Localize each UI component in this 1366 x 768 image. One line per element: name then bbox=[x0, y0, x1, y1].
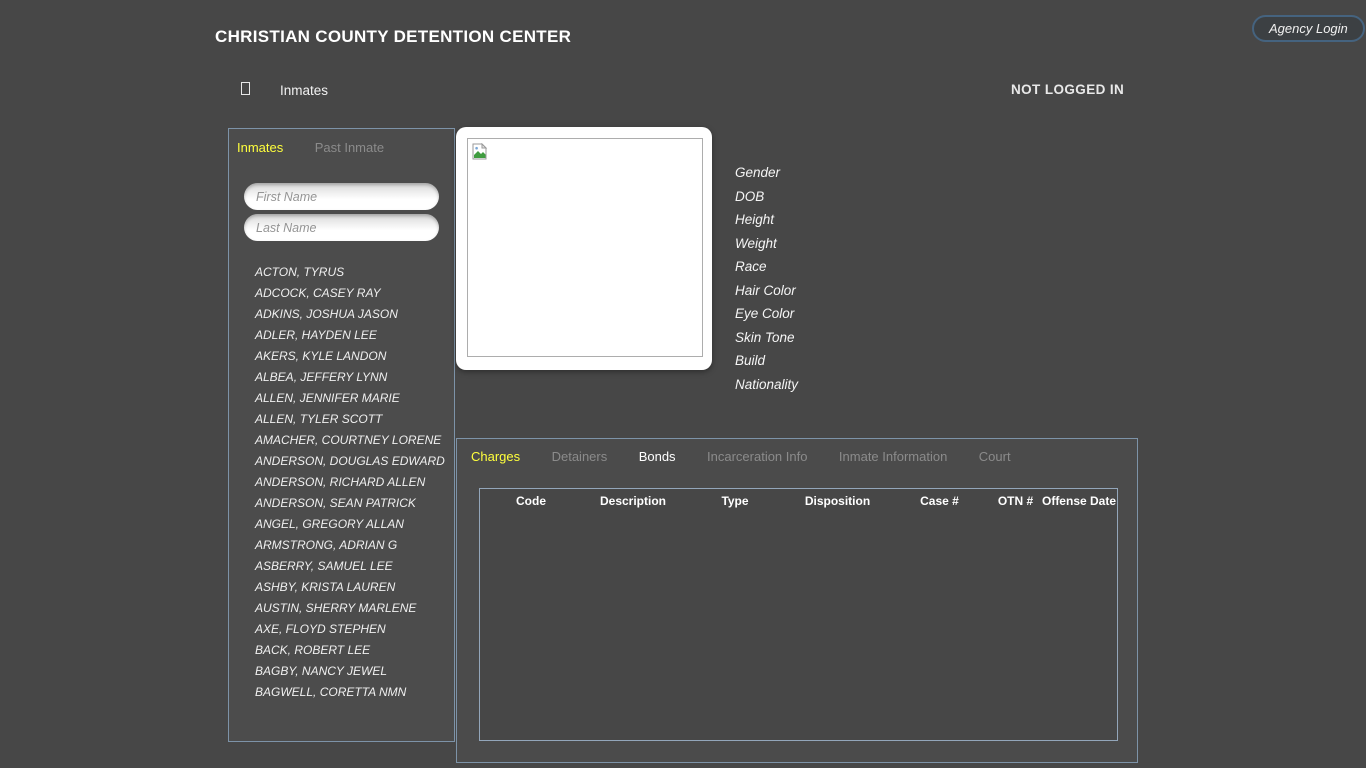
column-header: OTN # bbox=[990, 494, 1041, 508]
inmate-list-item[interactable]: ASBERRY, SAMUEL LEE bbox=[255, 556, 445, 577]
last-name-input[interactable] bbox=[244, 214, 439, 241]
column-header: Type bbox=[684, 494, 786, 508]
inmate-list-item[interactable]: ALLEN, TYLER SCOTT bbox=[255, 409, 445, 430]
inmate-search-panel: Inmates Past Inmate ACTON, TYRUS ADCOCK,… bbox=[228, 128, 455, 742]
section-label: Inmates bbox=[280, 83, 328, 98]
profile-field-label: Hair Color bbox=[735, 279, 798, 303]
inmate-list-item[interactable]: AMACHER, COURTNEY LORENE bbox=[255, 430, 445, 451]
inmate-list-item[interactable]: ANDERSON, DOUGLAS EDWARD bbox=[255, 451, 445, 472]
first-name-input[interactable] bbox=[244, 183, 439, 210]
profile-field-label: Skin Tone bbox=[735, 326, 798, 350]
profile-field-label: Build bbox=[735, 349, 798, 373]
inmate-list-item[interactable]: ADCOCK, CASEY RAY bbox=[255, 283, 445, 304]
column-header: Code bbox=[480, 494, 582, 508]
profile-field-label: Weight bbox=[735, 232, 798, 256]
login-status: NOT LOGGED IN bbox=[1011, 82, 1124, 97]
inmate-list-item[interactable]: AKERS, KYLE LANDON bbox=[255, 346, 445, 367]
search-tab[interactable]: Inmates bbox=[237, 140, 283, 155]
inmate-list: ACTON, TYRUS ADCOCK, CASEY RAY ADKINS, J… bbox=[255, 262, 445, 703]
inmates-placeholder-icon bbox=[241, 82, 250, 95]
broken-image-icon bbox=[472, 143, 488, 160]
column-header: Disposition bbox=[786, 494, 889, 508]
detention-center-page: CHRISTIAN COUNTY DETENTION CENTER Agency… bbox=[0, 0, 1366, 768]
inmate-detail-panel: Charges Detainers Bonds Incarceration In… bbox=[456, 438, 1138, 763]
profile-field-label: DOB bbox=[735, 185, 798, 209]
search-tab[interactable]: Past Inmate bbox=[315, 140, 384, 155]
inmate-list-item[interactable]: ALLEN, JENNIFER MARIE bbox=[255, 388, 445, 409]
inmate-list-item[interactable]: ALBEA, JEFFERY LYNN bbox=[255, 367, 445, 388]
profile-field-label: Nationality bbox=[735, 373, 798, 397]
profile-field-label: Eye Color bbox=[735, 302, 798, 326]
column-header: Offense Date bbox=[1041, 494, 1117, 508]
detail-tab[interactable]: Incarceration Info bbox=[707, 449, 807, 464]
profile-field-labels: Gender DOB Height Weight Race Hair Color… bbox=[735, 161, 798, 396]
profile-field-label: Height bbox=[735, 208, 798, 232]
inmate-list-item[interactable]: AXE, FLOYD STEPHEN bbox=[255, 619, 445, 640]
charges-table: Code Description Type Disposition Case #… bbox=[479, 488, 1118, 741]
inmate-list-item[interactable]: BAGWELL, CORETTA NMN bbox=[255, 682, 445, 703]
detail-tab[interactable]: Bonds bbox=[639, 449, 676, 464]
column-header: Case # bbox=[889, 494, 990, 508]
inmate-list-item[interactable]: AUSTIN, SHERRY MARLENE bbox=[255, 598, 445, 619]
inmate-photo-card bbox=[456, 127, 712, 370]
detail-tab[interactable]: Inmate Information bbox=[839, 449, 947, 464]
search-panel-tabs: Inmates Past Inmate bbox=[229, 129, 454, 157]
detail-tab[interactable]: Charges bbox=[471, 449, 520, 464]
inmate-list-item[interactable]: ARMSTRONG, ADRIAN G bbox=[255, 535, 445, 556]
charges-table-body bbox=[480, 508, 1117, 728]
inmate-list-item[interactable]: ANDERSON, SEAN PATRICK bbox=[255, 493, 445, 514]
charges-table-header: Code Description Type Disposition Case #… bbox=[480, 489, 1117, 508]
inmate-list-item[interactable]: ADLER, HAYDEN LEE bbox=[255, 325, 445, 346]
inmate-list-item[interactable]: ANGEL, GREGORY ALLAN bbox=[255, 514, 445, 535]
inmate-photo-frame bbox=[467, 138, 703, 357]
detail-tabs: Charges Detainers Bonds Incarceration In… bbox=[457, 439, 1137, 466]
profile-field-label: Gender bbox=[735, 161, 798, 185]
inmate-list-item[interactable]: ASHBY, KRISTA LAUREN bbox=[255, 577, 445, 598]
column-header: Description bbox=[582, 494, 684, 508]
profile-field-label: Race bbox=[735, 255, 798, 279]
inmate-list-item[interactable]: ADKINS, JOSHUA JASON bbox=[255, 304, 445, 325]
page-title: CHRISTIAN COUNTY DETENTION CENTER bbox=[215, 27, 571, 47]
inmate-list-item[interactable]: ACTON, TYRUS bbox=[255, 262, 445, 283]
inmate-list-item[interactable]: BAGBY, NANCY JEWEL bbox=[255, 661, 445, 682]
agency-login-button[interactable]: Agency Login bbox=[1252, 15, 1365, 42]
detail-tab[interactable]: Court bbox=[979, 449, 1011, 464]
inmate-list-item[interactable]: ANDERSON, RICHARD ALLEN bbox=[255, 472, 445, 493]
inmate-list-item[interactable]: BACK, ROBERT LEE bbox=[255, 640, 445, 661]
detail-tab[interactable]: Detainers bbox=[552, 449, 608, 464]
